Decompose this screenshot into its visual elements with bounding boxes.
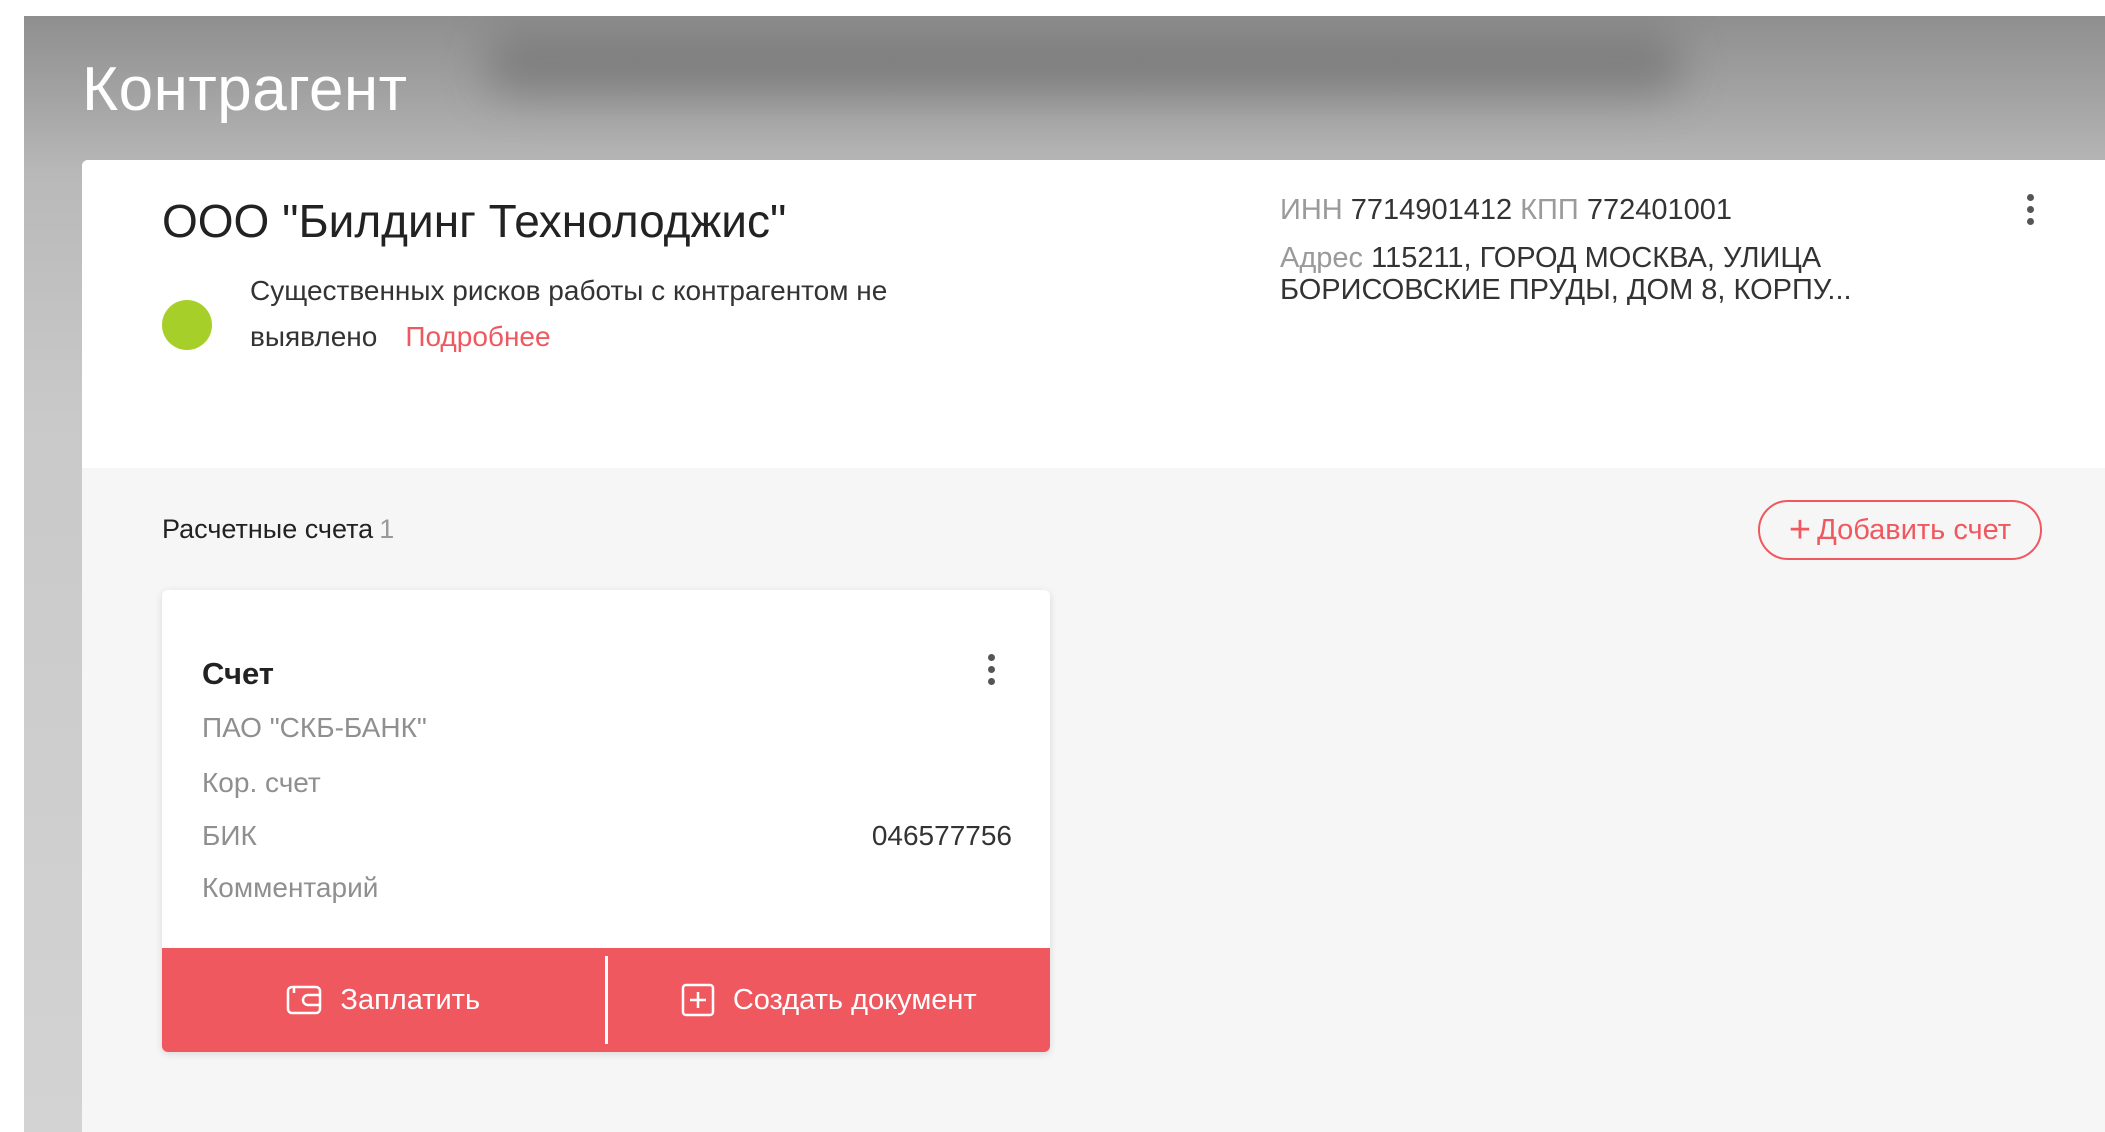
- comment-row: Комментарий: [202, 872, 1012, 904]
- address-value: 115211, ГОРОД МОСКВА, УЛИЦА БОРИСОВСКИЕ …: [1280, 242, 1852, 306]
- comment-label: Комментарий: [202, 872, 379, 903]
- accounts-title: Расчетные счета: [162, 514, 374, 544]
- create-document-label: Создать документ: [732, 983, 977, 1016]
- account-card-title: Счет: [202, 656, 274, 691]
- bik-row: БИК 046577756: [202, 820, 1012, 852]
- create-document-button[interactable]: Создать документ: [608, 948, 1051, 1052]
- risk-status-indicator: [162, 300, 212, 350]
- bik-value: 046577756: [871, 820, 1012, 851]
- address-label: Адрес: [1280, 242, 1364, 274]
- accounts-count: 1: [379, 514, 395, 544]
- more-vertical-icon[interactable]: [981, 654, 1001, 694]
- account-actions: Заплатить Создать документ: [162, 948, 1050, 1052]
- wallet-icon: [286, 985, 322, 1015]
- pay-button[interactable]: Заплатить: [162, 948, 605, 1052]
- requisites: ИНН 7714901412 КПП 772401001: [1280, 194, 1732, 227]
- inn-label: ИНН: [1280, 194, 1343, 226]
- risk-details-link[interactable]: Подробнее: [405, 321, 550, 352]
- kpp-label: КПП: [1520, 194, 1579, 226]
- add-document-icon: [681, 983, 715, 1017]
- counterparty-header: ООО "Билдинг Технолоджис" Существенных р…: [82, 160, 2105, 468]
- more-vertical-icon[interactable]: [2020, 194, 2040, 234]
- company-name: ООО "Билдинг Технолоджис": [162, 195, 787, 247]
- pay-label: Заплатить: [340, 983, 481, 1016]
- counterparty-panel: ООО "Билдинг Технолоджис" Существенных р…: [82, 160, 2105, 1132]
- page-title: Контрагент: [82, 55, 408, 124]
- kor-account-row: Кор. счет: [202, 767, 1012, 799]
- add-account-button[interactable]: + Добавить счет: [1758, 500, 2042, 560]
- accounts-section-title: Расчетные счета 1: [162, 514, 394, 545]
- kor-account-label: Кор. счет: [202, 767, 321, 798]
- kpp-value: 772401001: [1586, 194, 1732, 226]
- bank-name: ПАО "СКБ-БАНК": [202, 712, 427, 743]
- risk-summary: Существенных рисков работы с контрагенто…: [250, 268, 1010, 360]
- risk-summary-text: Существенных рисков работы с контрагенто…: [250, 275, 888, 352]
- app-window: Контрагент ООО "Билдинг Технолоджис" Сущ…: [24, 16, 2105, 1132]
- add-account-label: Добавить счет: [1817, 513, 2012, 546]
- bik-label: БИК: [202, 820, 257, 851]
- account-card: Счет ПАО "СКБ-БАНК" Кор. счет БИК 046577…: [162, 590, 1050, 1052]
- inn-value: 7714901412: [1350, 194, 1513, 226]
- plus-icon: +: [1788, 509, 1812, 551]
- bank-name-row: ПАО "СКБ-БАНК": [202, 712, 1012, 744]
- address: Адрес 115211, ГОРОД МОСКВА, УЛИЦА БОРИСО…: [1280, 242, 1900, 306]
